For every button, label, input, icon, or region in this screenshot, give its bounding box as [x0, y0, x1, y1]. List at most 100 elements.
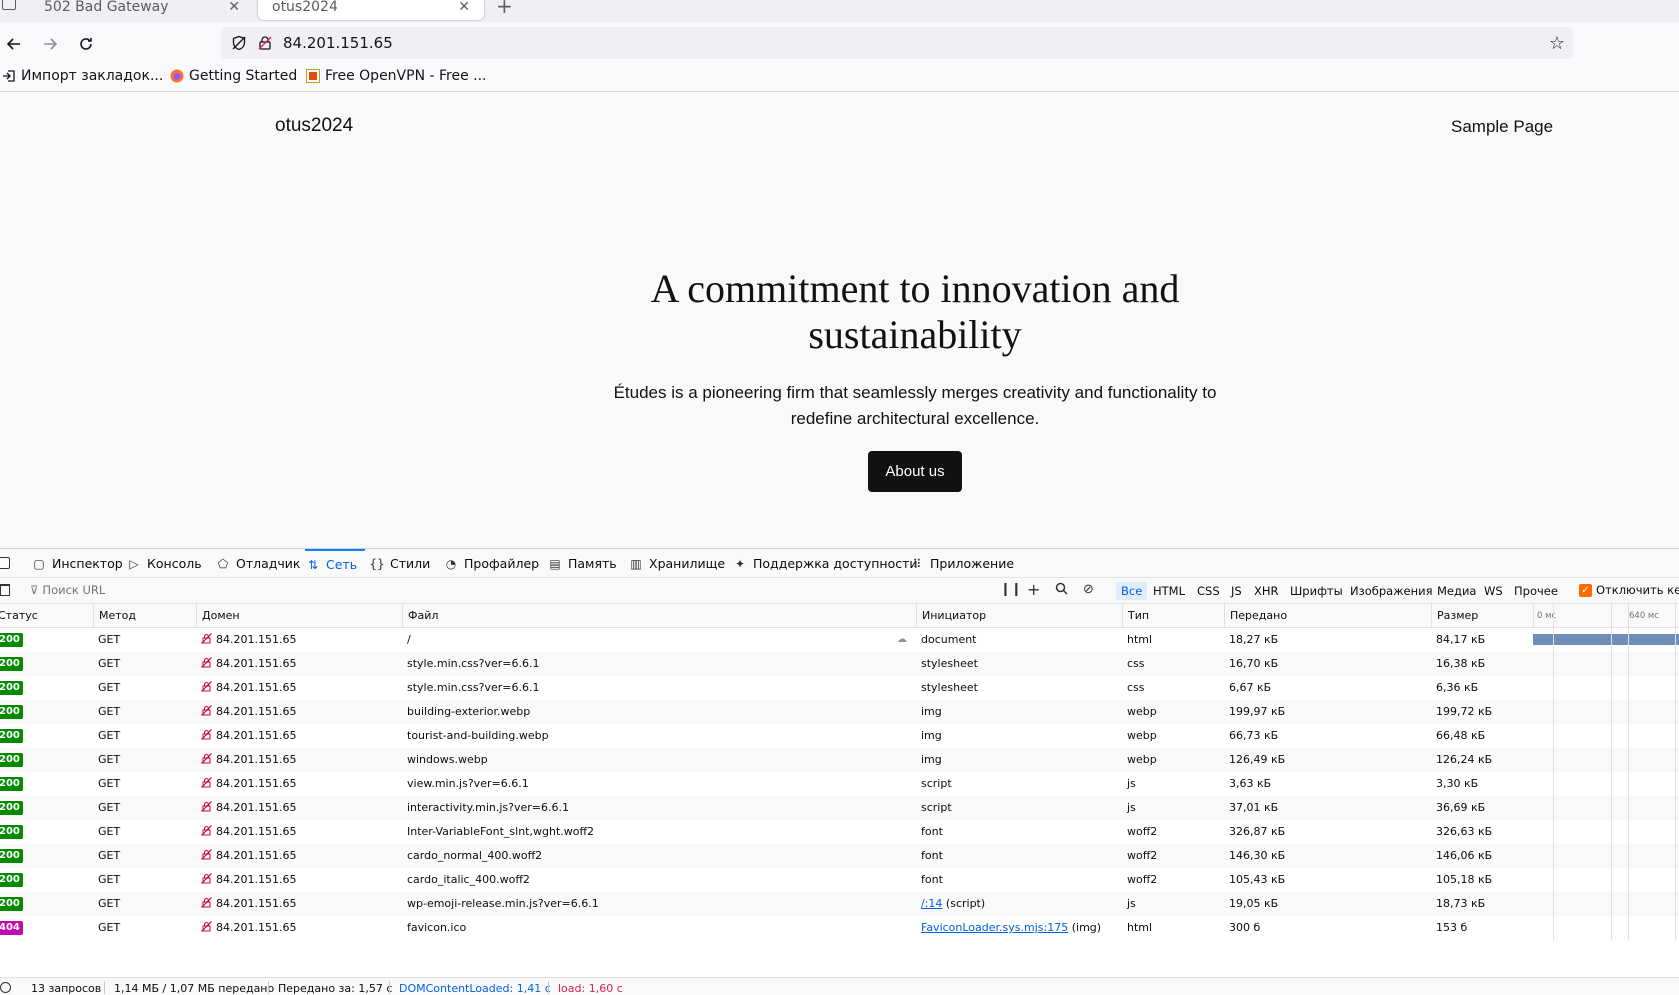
close-icon[interactable]: ✕	[228, 0, 240, 15]
file-text: cardo_normal_400.woff2	[407, 849, 543, 862]
site-title[interactable]: otus2024	[275, 115, 353, 137]
table-row[interactable]: 200 GET 84.201.151.65 / document html 18,27 кБ…	[0, 628, 1679, 652]
cell-size: 146,06 кБ	[1431, 844, 1534, 868]
initiator-link[interactable]: FaviconLoader.sys.mjs:175	[921, 921, 1068, 934]
cell-initiator: FaviconLoader.sys.mjs:175 (img)	[916, 916, 1123, 940]
type-filter-media[interactable]: Медиа	[1432, 582, 1481, 600]
type-filter-images[interactable]: Изображения	[1345, 582, 1438, 600]
transferred-text: 66,73 кБ	[1229, 729, 1279, 742]
tab-debugger[interactable]: ⬠ Отладчик	[215, 549, 301, 578]
about-us-button[interactable]: About us	[868, 451, 962, 492]
type-filter-css[interactable]: CSS	[1192, 582, 1225, 600]
column-header-size[interactable]: Размер	[1431, 604, 1534, 628]
column-header-initiator[interactable]: Инициатор	[916, 604, 1123, 628]
disable-cache-checkbox[interactable]: ✓ Отключить кеш	[1579, 583, 1679, 597]
domain-text: 84.201.151.65	[216, 873, 297, 886]
tab-profiler[interactable]: ◔ Профайлер	[443, 549, 539, 578]
openvpn-icon	[306, 69, 320, 83]
nav-link-sample-page[interactable]: Sample Page	[1451, 117, 1553, 137]
tab-styles[interactable]: {} Стили	[369, 549, 430, 578]
tab-accessibility[interactable]: ✦ Поддержка доступности	[732, 549, 918, 578]
devtools-panel: ▢ Инспектор ▷ Консоль ⬠ Отладчик ⇅ Сеть {} Ст…	[0, 548, 1679, 995]
cell-size: 105,18 кБ	[1431, 868, 1534, 892]
new-tab-plus-icon[interactable]: +	[496, 0, 513, 18]
type-filter-other[interactable]: Прочее	[1509, 582, 1563, 600]
type-filter-all[interactable]: Все	[1116, 582, 1148, 600]
tab-memory[interactable]: ▤ Память	[547, 549, 616, 578]
browser-tab[interactable]: 502 Bad Gateway ✕	[30, 0, 254, 20]
column-header-type[interactable]: Тип	[1122, 604, 1225, 628]
checkbox-checked-icon[interactable]: ✓	[1579, 583, 1592, 597]
initiator-text: font	[921, 849, 943, 862]
column-header-method[interactable]: Метод	[93, 604, 197, 628]
table-row[interactable]: 200 GET 84.201.151.65 interactivity.min.js?…	[0, 796, 1679, 820]
type-filter-ws[interactable]: WS	[1479, 582, 1508, 600]
search-icon[interactable]	[1055, 582, 1068, 599]
status-badge: 200	[0, 849, 23, 863]
type-filter-html[interactable]: HTML	[1148, 582, 1190, 600]
tab-console[interactable]: ▷ Консоль	[126, 549, 201, 578]
table-row[interactable]: 200 GET 84.201.151.65 windows.webp img webp 12…	[0, 748, 1679, 772]
cell-size: 84,17 кБ	[1431, 628, 1534, 652]
trash-icon[interactable]	[0, 584, 10, 596]
tab-inspector[interactable]: ▢ Инспектор	[31, 549, 122, 578]
tab-list-icon[interactable]	[2, 0, 16, 10]
application-grid-icon: ⠿	[912, 556, 922, 571]
table-row[interactable]: 200 GET 84.201.151.65 style.min.css?ver=6.6…	[0, 652, 1679, 676]
url-text[interactable]: 84.201.151.65	[283, 34, 393, 52]
table-row[interactable]: 200 GET 84.201.151.65 tourist-and-building.…	[0, 724, 1679, 748]
shield-icon[interactable]	[231, 35, 247, 55]
debugger-icon: ⬠	[217, 556, 229, 571]
tab-network[interactable]: ⇅ Сеть	[305, 549, 366, 578]
table-header: Статус Метод Домен Файл Инициатор Тип Пе…	[0, 604, 1679, 628]
bookmark-import[interactable]: Импорт закладок...	[2, 68, 163, 84]
table-row[interactable]: 200 GET 84.201.151.65 view.min.js?ver=6.6.1…	[0, 772, 1679, 796]
table-row[interactable]: 404 GET 84.201.151.65 favicon.ico FaviconLoa…	[0, 916, 1679, 940]
table-row[interactable]: 200 GET 84.201.151.65 style.min.css?ver=6.6…	[0, 676, 1679, 700]
initiator-text: script	[921, 777, 952, 790]
cell-file: windows.webp	[402, 748, 892, 772]
cell-size: 3,30 кБ	[1431, 772, 1534, 796]
response-icon: ☁	[897, 634, 907, 645]
bookmark-star-icon[interactable]: ☆	[1549, 33, 1565, 54]
table-row[interactable]: 200 GET 84.201.151.65 Inter-VariableFont_sl…	[0, 820, 1679, 844]
close-icon[interactable]: ✕	[458, 0, 470, 15]
table-row[interactable]: 200 GET 84.201.151.65 cardo_italic_400.woff…	[0, 868, 1679, 892]
column-header-waterfall[interactable]: 0 мс 640 мс	[1533, 604, 1679, 628]
add-block-icon[interactable]: +	[1027, 580, 1040, 599]
clock-icon	[0, 982, 11, 993]
cell-domain: 84.201.151.65	[196, 772, 402, 796]
table-row[interactable]: 200 GET 84.201.151.65 cardo_normal_400.woff…	[0, 844, 1679, 868]
table-row[interactable]: 200 GET 84.201.151.65 wp-emoji-release.min.…	[0, 892, 1679, 916]
tab-application[interactable]: ⠿ Приложение	[909, 549, 1014, 578]
table-row[interactable]: 200 GET 84.201.151.65 building-exterior.web…	[0, 700, 1679, 724]
tab-storage[interactable]: ▥ Хранилище	[628, 549, 725, 578]
column-header-transferred[interactable]: Передано	[1224, 604, 1432, 628]
bookmark-getting-started[interactable]: Getting Started	[170, 68, 297, 84]
type-filter-fonts[interactable]: Шрифты	[1285, 582, 1348, 600]
url-bar[interactable]: 84.201.151.65 ☆	[221, 27, 1573, 59]
browser-tab-active[interactable]: otus2024 ✕	[258, 0, 484, 20]
column-header-status[interactable]: Статус	[0, 604, 92, 628]
type-filter-xhr[interactable]: XHR	[1249, 582, 1284, 600]
insecure-connection-icon	[201, 917, 212, 932]
type-text: html	[1127, 921, 1153, 934]
forward-arrow-icon[interactable]	[36, 30, 64, 58]
bookmark-openvpn[interactable]: Free OpenVPN - Free ...	[306, 68, 487, 84]
element-picker-icon[interactable]	[0, 557, 10, 569]
type-filter-js[interactable]: JS	[1226, 582, 1247, 600]
column-header-domain[interactable]: Домен	[196, 604, 402, 628]
block-icon[interactable]: ⊘	[1083, 582, 1094, 597]
pause-icon[interactable]: ❙❙	[1000, 582, 1022, 597]
cell-domain: 84.201.151.65	[196, 676, 402, 700]
url-filter-input[interactable]: ⊽ Поиск URL	[30, 583, 105, 597]
method-text: GET	[98, 705, 121, 718]
size-text: 18,73 кБ	[1436, 897, 1486, 910]
insecure-lock-icon[interactable]	[257, 35, 273, 55]
initiator-link[interactable]: /:14	[921, 897, 942, 910]
back-arrow-icon[interactable]	[0, 30, 28, 58]
column-header-file[interactable]: Файл	[402, 604, 917, 628]
waterfall-bar	[1533, 634, 1679, 645]
reload-icon[interactable]	[72, 30, 100, 58]
size-text: 199,72 кБ	[1436, 705, 1493, 718]
